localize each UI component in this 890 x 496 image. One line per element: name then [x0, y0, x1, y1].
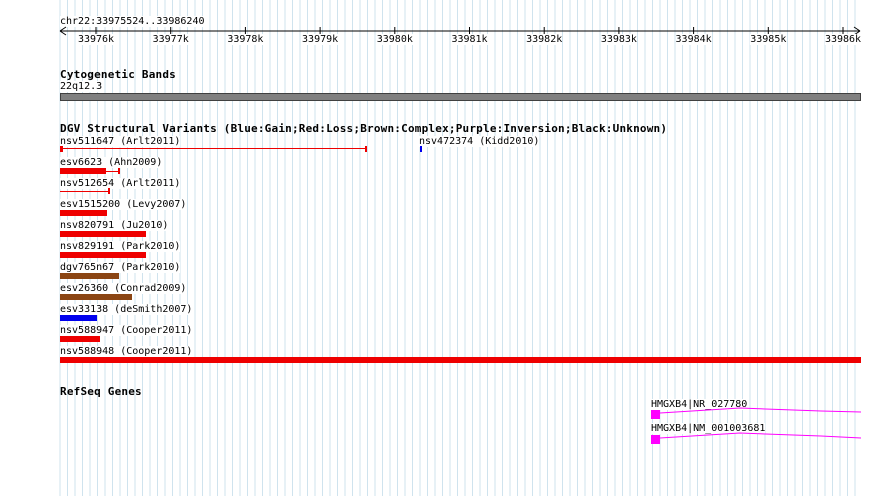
variant-label: nsv820791 (Ju2010): [60, 220, 169, 231]
ruler-tick-label: 33978k: [227, 34, 264, 45]
variant-bar[interactable]: [60, 231, 146, 237]
variant-bar[interactable]: [60, 336, 100, 342]
variant-label: nsv512654 (Arlt2011): [60, 178, 181, 189]
ruler-tick-label: 33980k: [376, 34, 413, 45]
gene-exon[interactable]: [651, 435, 660, 444]
variant-bar-end: [108, 188, 110, 194]
ruler-tick-label: 33977k: [152, 34, 189, 45]
ruler-tick-label: 33986k: [824, 34, 862, 45]
variant-bar[interactable]: [60, 273, 119, 279]
variant-bar[interactable]: [60, 315, 97, 321]
variant-label: dgv765n67 (Park2010): [60, 262, 181, 273]
ruler-tick-label: 33976k: [77, 34, 115, 45]
variant-label: nsv588947 (Cooper2011): [60, 325, 193, 336]
gene-intron-line: [660, 432, 861, 439]
variant-label: esv1515200 (Levy2007): [60, 199, 187, 210]
variant-bar[interactable]: [60, 168, 106, 174]
gene-intron-line: [660, 407, 861, 414]
variant-bar-start: [60, 146, 63, 152]
refseq-track-title: RefSeq Genes: [60, 385, 142, 398]
ruler-tick-label: 33981k: [451, 34, 488, 45]
ruler-tick-label: 33983k: [600, 34, 637, 45]
ruler-tick-label: 33979k: [302, 34, 339, 45]
variant-bar-line[interactable]: [60, 148, 366, 149]
variant-label: esv33138 (deSmith2007): [60, 304, 193, 315]
gene-exon[interactable]: [651, 410, 660, 419]
variant-bar[interactable]: [60, 210, 107, 216]
variant-bar-end: [365, 146, 367, 152]
variant-label: nsv472374 (Kidd2010): [419, 136, 540, 147]
ruler-tick-label: 33984k: [675, 34, 712, 45]
variant-label: esv26360 (Conrad2009): [60, 283, 187, 294]
variant-label: nsv511647 (Arlt2011): [60, 136, 181, 147]
dgv-track-title: DGV Structural Variants (Blue:Gain;Red:L…: [60, 122, 668, 135]
variant-bar[interactable]: [60, 294, 132, 300]
variant-label: nsv829191 (Park2010): [60, 241, 181, 252]
variant-label: nsv588948 (Cooper2011): [60, 346, 193, 357]
ruler-tick-label: 33985k: [750, 34, 787, 45]
cytoband-track-title: Cytogenetic Bands: [60, 68, 176, 81]
variant-bar[interactable]: [60, 357, 861, 363]
variant-bar[interactable]: [420, 146, 422, 152]
variant-bar-end: [118, 168, 120, 174]
variant-bar[interactable]: [60, 252, 146, 258]
cytoband-label: 22q12.3: [60, 81, 103, 92]
cytoband-bar[interactable]: [60, 93, 861, 101]
variant-bar-line[interactable]: [60, 191, 109, 192]
variant-label: esv6623 (Ahn2009): [60, 157, 163, 168]
ruler-tick-label: 33982k: [526, 34, 563, 45]
